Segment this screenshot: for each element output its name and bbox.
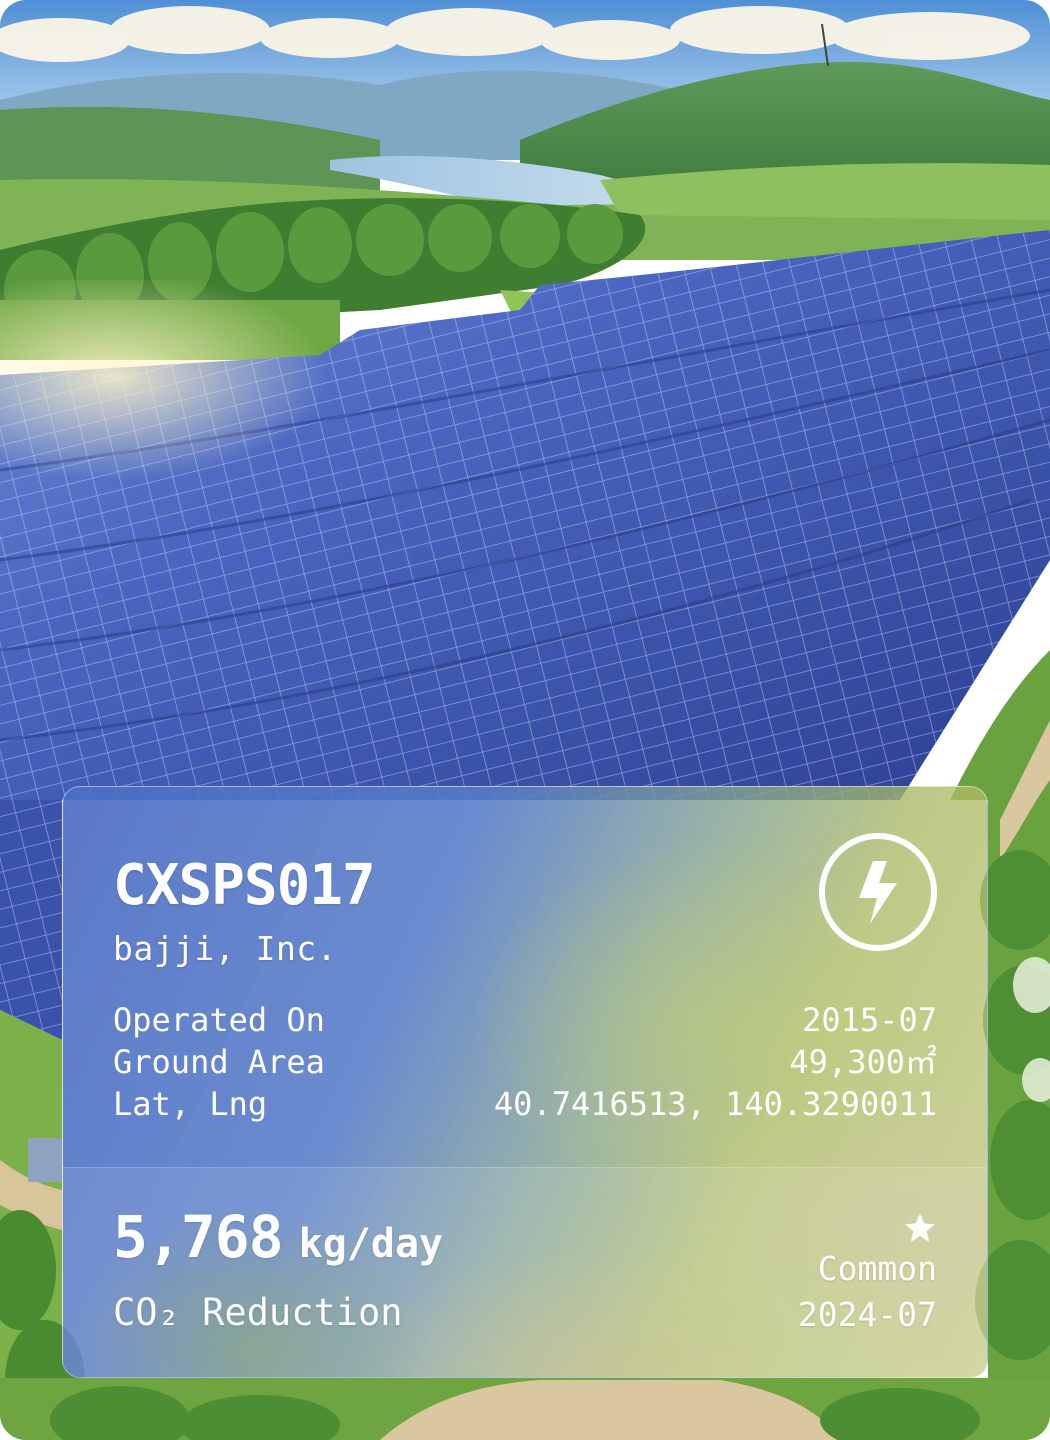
star-icon	[903, 1211, 937, 1245]
detail-label: Operated On	[113, 1001, 325, 1039]
detail-row-lat-lng: Lat, Lng 40.7416513, 140.3290011	[113, 1083, 937, 1125]
metric-value: 5,768	[113, 1203, 284, 1271]
station-card[interactable]: CXSPS017 bajji, Inc. Operated On 2015-07…	[0, 0, 1050, 1440]
card-date: 2024-07	[797, 1295, 937, 1334]
detail-label: Lat, Lng	[113, 1085, 268, 1123]
station-code: CXSPS017	[113, 853, 376, 918]
detail-row-operated-on: Operated On 2015-07	[113, 999, 937, 1041]
detail-value: 49,300㎡	[789, 1043, 937, 1081]
detail-value: 2015-07	[802, 1001, 937, 1039]
detail-row-ground-area: Ground Area 49,300㎡	[113, 1041, 937, 1083]
lightning-bolt-icon	[817, 831, 939, 953]
rarity-label: Common	[817, 1249, 937, 1288]
metric-label: CO₂ Reduction	[113, 1291, 403, 1334]
station-info-panel: CXSPS017 bajji, Inc. Operated On 2015-07…	[62, 786, 988, 1378]
station-details: Operated On 2015-07 Ground Area 49,300㎡ …	[113, 999, 937, 1125]
co2-metric: 5,768 kg/day	[113, 1203, 443, 1271]
company-name: bajji, Inc.	[113, 929, 338, 968]
detail-value: 40.7416513, 140.3290011	[493, 1085, 937, 1123]
metric-unit: kg/day	[298, 1221, 444, 1267]
detail-label: Ground Area	[113, 1043, 325, 1081]
